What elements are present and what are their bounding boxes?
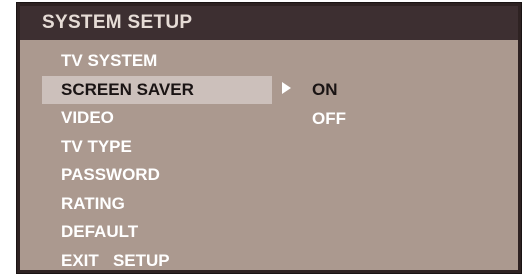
menu-item-password[interactable]: PASSWORD: [42, 161, 272, 190]
screen-saver-options: ON OFF: [312, 76, 346, 133]
title-bar: SYSTEM SETUP: [20, 6, 518, 40]
page-title: SYSTEM SETUP: [42, 12, 193, 33]
menu-item-tv-type[interactable]: TV TYPE: [42, 133, 272, 162]
triangle-right-icon: [282, 82, 291, 94]
menu-item-exit-setup[interactable]: EXIT SETUP: [42, 247, 272, 276]
menu-item-default[interactable]: DEFAULT: [42, 218, 272, 247]
menu-item-tv-system[interactable]: TV SYSTEM: [42, 47, 272, 76]
option-off[interactable]: OFF: [312, 105, 346, 134]
system-setup-panel: SYSTEM SETUP TV SYSTEM SCREEN SAVER VIDE…: [17, 3, 521, 273]
option-on[interactable]: ON: [312, 76, 346, 105]
menu-item-screen-saver[interactable]: SCREEN SAVER: [42, 75, 272, 104]
setup-menu: TV SYSTEM SCREEN SAVER VIDEO TV TYPE PAS…: [42, 47, 272, 275]
menu-item-rating[interactable]: RATING: [42, 190, 272, 219]
menu-item-video[interactable]: VIDEO: [42, 104, 272, 133]
